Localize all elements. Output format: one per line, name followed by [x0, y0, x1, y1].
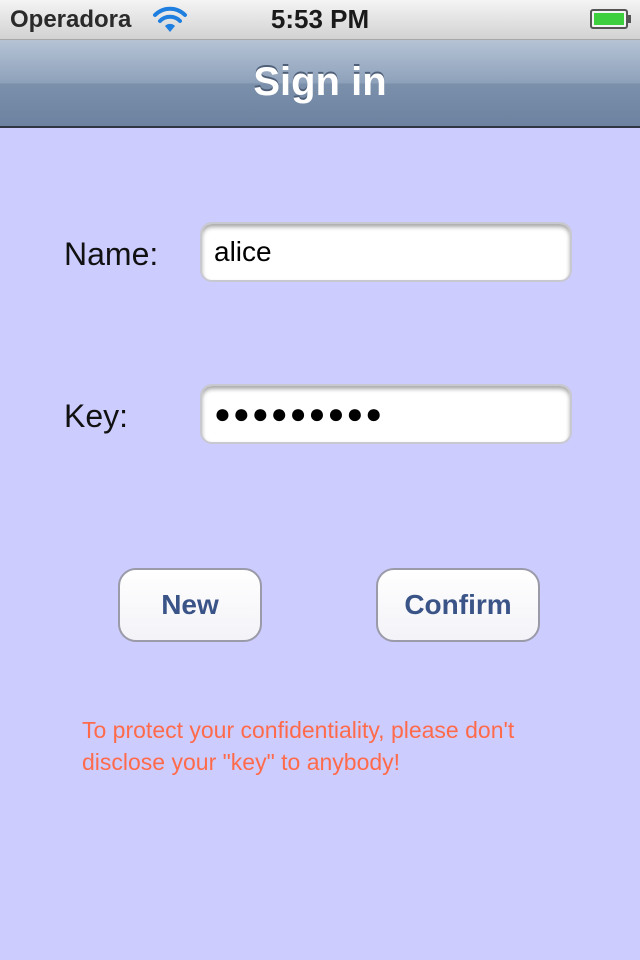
- battery-icon: [590, 9, 631, 29]
- name-field[interactable]: alice: [200, 222, 572, 282]
- page-title: Sign in: [253, 60, 387, 104]
- warning-line-2: disclose your "key" to anybody!: [82, 749, 401, 775]
- new-button[interactable]: New: [118, 568, 262, 642]
- status-clock: 5:53 PM: [270, 4, 370, 34]
- status-bar: Operadora 5:53 PM: [0, 0, 640, 40]
- key-field-value: ●●●●●●●●●: [214, 398, 385, 429]
- navigation-bar: Sign in: [0, 40, 640, 128]
- key-field[interactable]: ●●●●●●●●●: [200, 384, 572, 444]
- name-field-value: alice: [214, 236, 272, 267]
- confirm-button[interactable]: Confirm: [376, 568, 540, 642]
- confidentiality-warning: To protect your confidentiality, please …: [82, 714, 562, 778]
- key-label: Key:: [64, 398, 129, 434]
- warning-line-1: To protect your confidentiality, please …: [82, 717, 515, 743]
- name-label: Name:: [64, 236, 159, 272]
